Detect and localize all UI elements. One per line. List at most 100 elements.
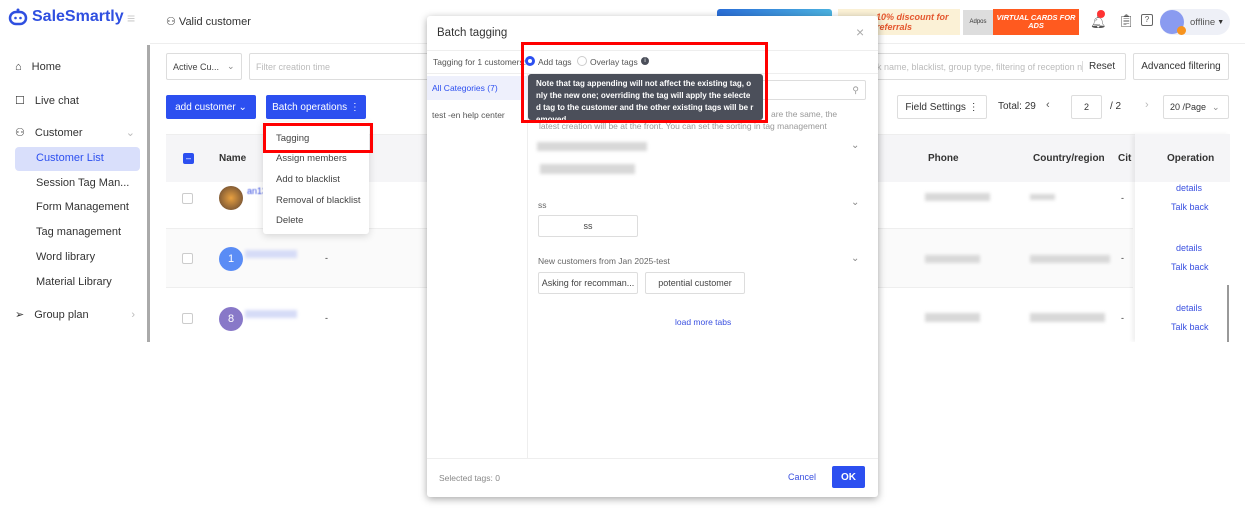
chevron-down-icon: ⌄ xyxy=(1212,101,1220,112)
batch-operations-button[interactable]: Batch operations ⋮ xyxy=(266,95,366,119)
row-checkbox[interactable] xyxy=(182,193,193,204)
page-size-select[interactable]: 20 /Page ⌄ xyxy=(1163,95,1229,119)
home-icon: ⌂ xyxy=(15,61,22,73)
sidebar-item-live-chat[interactable]: ☐ Live chat xyxy=(15,94,79,108)
sidebar-item-tag-management[interactable]: Tag management xyxy=(36,226,121,238)
close-icon[interactable]: × xyxy=(856,24,864,40)
highlight-box xyxy=(521,42,768,123)
row-checkbox[interactable] xyxy=(182,253,193,264)
chevron-down-icon: ⌄ xyxy=(227,61,235,71)
menu-toggle-icon[interactable]: ≡ xyxy=(127,10,135,26)
divider xyxy=(427,458,878,459)
sidebar-item-word-library[interactable]: Word library xyxy=(36,251,95,263)
menu-item-assign-members[interactable]: Assign members xyxy=(276,153,347,164)
ok-button[interactable]: OK xyxy=(832,466,865,488)
sidebar-item-session-tag[interactable]: Session Tag Man... xyxy=(36,177,129,189)
total-value: 29 xyxy=(1024,101,1036,112)
sidebar-label: Group plan xyxy=(34,308,89,321)
chevron-down-icon: ⌄ xyxy=(238,101,247,113)
page-input[interactable]: 2 xyxy=(1071,95,1102,119)
menu-item-remove-blacklist[interactable]: Removal of blacklist xyxy=(276,195,360,206)
category-all[interactable]: All Categories (7) xyxy=(427,76,527,100)
sidebar-item-group-plan[interactable]: ➢ Group plan › xyxy=(15,308,135,322)
details-link[interactable]: details xyxy=(1176,243,1202,253)
column-city[interactable]: Cit xyxy=(1118,153,1131,164)
add-customer-button[interactable]: add customer ⌄ xyxy=(166,95,256,119)
divider xyxy=(527,74,528,458)
select-all-checkbox[interactable]: – xyxy=(183,153,194,164)
field-settings-button[interactable]: Field Settings ⋮ xyxy=(897,95,987,119)
caret-down-icon: ▼ xyxy=(1217,18,1225,26)
tag-group-name: New customers from Jan 2025-test xyxy=(538,256,670,266)
button-label: add customer xyxy=(175,101,236,113)
sidebar-item-customer-list[interactable]: Customer List xyxy=(36,152,104,164)
chevron-down-icon[interactable]: ⌄ xyxy=(851,197,859,208)
sidebar-item-customer[interactable]: ⚇ Customer ⌄ xyxy=(15,126,135,140)
load-more-tags-link[interactable]: load more tabs xyxy=(675,317,731,327)
talk-back-link[interactable]: Talk back xyxy=(1171,322,1209,332)
tag-group-name: ss xyxy=(538,200,547,210)
sidebar-item-form-management[interactable]: Form Management xyxy=(36,201,129,213)
talk-back-link[interactable]: Talk back xyxy=(1171,202,1209,212)
creation-time-filter[interactable]: Filter creation time xyxy=(249,53,439,80)
city-cell: - xyxy=(1121,253,1124,263)
column-name[interactable]: Name xyxy=(219,153,246,164)
sidebar-item-home[interactable]: ⌂ Home xyxy=(15,61,61,73)
cancel-button[interactable]: Cancel xyxy=(788,472,816,482)
logo[interactable]: SaleSmartly xyxy=(8,8,124,26)
status-dropdown[interactable]: offline ▼ xyxy=(1160,9,1230,35)
tag-redacted[interactable] xyxy=(540,164,635,174)
sidebar-label: Live chat xyxy=(34,94,79,107)
menu-item-delete[interactable]: Delete xyxy=(276,215,303,226)
more-icon: ⋮ xyxy=(349,101,360,113)
search-placeholder: k name, blacklist, group type, filtering… xyxy=(877,61,1082,72)
button-label: Batch operations xyxy=(272,101,348,113)
row-checkbox[interactable] xyxy=(182,313,193,324)
send-icon: ➢ xyxy=(15,309,25,321)
country-redacted xyxy=(1030,194,1055,200)
talk-back-link[interactable]: Talk back xyxy=(1171,262,1209,272)
avatar xyxy=(1160,10,1186,35)
prev-page-button[interactable]: ‹ xyxy=(1046,99,1050,111)
reset-button[interactable]: Reset xyxy=(1082,61,1115,72)
select-value: 20 /Page xyxy=(1170,102,1207,112)
search-input[interactable]: k name, blacklist, group type, filtering… xyxy=(870,53,1126,80)
promo-banner-virtual-cards[interactable]: VIRTUAL CARDS FOR ADS xyxy=(993,9,1079,35)
sidebar-label: Customer xyxy=(34,126,83,139)
column-country[interactable]: Country/region xyxy=(1033,153,1105,164)
sidebar-scrollbar[interactable] xyxy=(147,45,150,342)
robot-logo-icon xyxy=(8,8,28,26)
sidebar-item-material-library[interactable]: Material Library xyxy=(36,276,112,288)
button-label: Field Settings xyxy=(905,101,966,113)
help-icon[interactable]: ? xyxy=(1141,14,1153,26)
cell-value: - xyxy=(325,253,328,263)
sidebar: SaleSmartly ≡ ⌂ Home ☐ Live chat ⚇ Customer… xyxy=(0,0,150,342)
adpos-badge[interactable]: Adpos xyxy=(963,10,993,35)
tag-option[interactable]: ss xyxy=(538,215,638,237)
chevron-down-icon[interactable]: ⌄ xyxy=(851,140,859,151)
menu-item-add-blacklist[interactable]: Add to blacklist xyxy=(276,174,340,185)
avatar: 1 xyxy=(219,247,243,271)
page-count: / 2 xyxy=(1110,101,1122,112)
dialog-title: Batch tagging xyxy=(437,27,508,39)
clipboard-icon[interactable]: 📋︎ xyxy=(1118,13,1135,29)
advanced-filtering-button[interactable]: Advanced filtering xyxy=(1133,53,1229,80)
details-link[interactable]: details xyxy=(1176,183,1202,193)
tag-option[interactable]: Asking for recomman... xyxy=(538,272,638,294)
chevron-down-icon[interactable]: ⌄ xyxy=(851,253,859,264)
chevron-down-icon: ⌄ xyxy=(125,127,135,139)
customer-type-select[interactable]: Active Cu... ⌄ xyxy=(166,53,242,80)
next-page-button[interactable]: › xyxy=(1145,99,1149,111)
category-item[interactable]: test -en help center xyxy=(432,110,505,120)
selected-tags-count: Selected tags: 0 xyxy=(439,473,500,483)
details-link[interactable]: details xyxy=(1176,303,1202,313)
status-dot xyxy=(1177,26,1186,35)
city-cell: - xyxy=(1121,193,1124,203)
table-scrollbar[interactable] xyxy=(1227,285,1229,342)
users-icon: ⚇ xyxy=(166,16,179,28)
tag-option[interactable]: potential customer xyxy=(645,272,745,294)
highlight-box xyxy=(263,123,373,153)
search-icon: ⚲ xyxy=(852,84,859,95)
chat-icon: ☐ xyxy=(15,95,25,107)
column-phone[interactable]: Phone xyxy=(928,153,959,164)
